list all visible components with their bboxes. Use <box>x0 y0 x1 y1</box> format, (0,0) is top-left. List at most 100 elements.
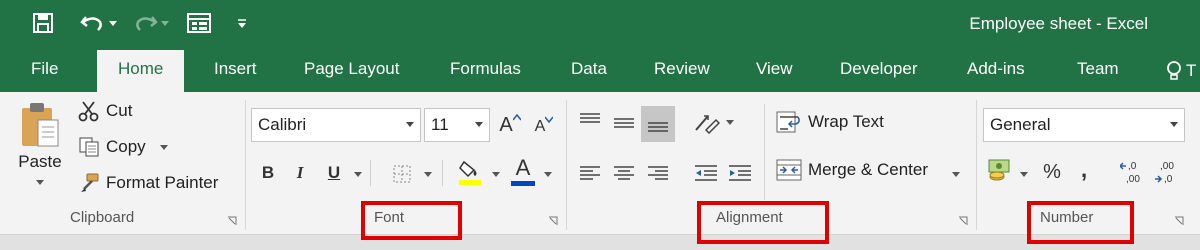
svg-text:,0: ,0 <box>1128 161 1137 172</box>
decrease-indent-button[interactable] <box>692 158 720 188</box>
percent-style-button[interactable]: % <box>1038 156 1066 188</box>
form-icon[interactable] <box>184 8 214 38</box>
font-color-button[interactable]: A <box>508 154 538 188</box>
decrease-font-size-button[interactable]: A <box>531 110 557 140</box>
decrease-decimal-button[interactable]: ,00,0 <box>1154 156 1184 188</box>
sheet-area-strip <box>0 235 1200 250</box>
scissors-icon <box>78 101 99 122</box>
group-separator <box>245 100 246 230</box>
accounting-format-button[interactable] <box>986 156 1016 186</box>
font-name-dropdown[interactable]: Calibri <box>251 108 421 142</box>
number-dialog-launcher-icon[interactable] <box>1174 216 1184 226</box>
paste-button[interactable]: Paste <box>14 100 66 200</box>
orientation-icon <box>695 115 720 134</box>
middle-align-icon <box>614 118 634 128</box>
customize-qat-icon[interactable] <box>232 8 252 38</box>
orientation-dropdown-icon[interactable] <box>726 120 734 125</box>
cut-button[interactable]: Cut <box>78 100 132 122</box>
paintbrush-icon <box>81 173 99 192</box>
wrap-text-label: Wrap Text <box>808 112 884 131</box>
chevron-down-icon <box>406 122 414 127</box>
paste-label: Paste <box>18 152 62 171</box>
tab-file[interactable]: File <box>31 59 58 79</box>
tab-home[interactable]: Home <box>97 50 185 92</box>
alignment-dialog-launcher-icon[interactable] <box>958 216 968 226</box>
tab-insert[interactable]: Insert <box>214 59 257 79</box>
bottom-align-button[interactable] <box>641 106 675 142</box>
merge-center-icon <box>776 159 802 181</box>
tab-add-ins[interactable]: Add-ins <box>967 59 1025 79</box>
paste-icon <box>22 103 59 147</box>
divider <box>764 104 765 200</box>
paint-bucket-icon <box>459 160 481 185</box>
copy-button[interactable]: Copy <box>78 136 168 158</box>
group-separator <box>566 100 567 230</box>
number-format-dropdown[interactable]: General <box>983 108 1185 142</box>
tab-developer[interactable]: Developer <box>840 59 918 79</box>
fill-color-button[interactable] <box>456 156 484 188</box>
caret-up-icon <box>512 114 521 121</box>
chevron-down-icon <box>1170 122 1178 127</box>
format-painter-button[interactable]: Format Painter <box>78 172 218 194</box>
font-dialog-launcher-icon[interactable] <box>548 216 558 226</box>
increase-decimal-button[interactable]: ,0,00 <box>1120 156 1148 188</box>
borders-icon <box>393 165 411 183</box>
cut-label: Cut <box>106 101 133 120</box>
format-painter-label: Format Painter <box>106 173 219 192</box>
align-center-button[interactable] <box>610 158 638 188</box>
redo-icon[interactable] <box>128 8 172 38</box>
increase-decimal-icon: ,0,00 <box>1120 161 1140 185</box>
tab-formulas[interactable]: Formulas <box>450 59 521 79</box>
number-label-highlight <box>1027 201 1134 244</box>
align-left-icon <box>580 166 600 180</box>
increase-font-size-button[interactable]: A <box>497 110 523 140</box>
align-left-button[interactable] <box>576 158 604 188</box>
title-bar: Employee sheet - Excel <box>0 0 1200 50</box>
align-right-icon <box>648 166 668 180</box>
tell-me[interactable]: T <box>1166 60 1196 82</box>
tab-page-layout[interactable]: Page Layout <box>304 59 399 79</box>
orientation-button[interactable] <box>692 108 722 138</box>
fill-color-dropdown-icon[interactable] <box>492 172 500 177</box>
chevron-down-icon <box>475 122 483 127</box>
tab-team[interactable]: Team <box>1077 59 1119 79</box>
paste-dropdown-icon <box>36 180 44 185</box>
decrease-indent-icon <box>695 165 717 181</box>
tab-view[interactable]: View <box>756 59 793 79</box>
wrap-text-button[interactable]: Wrap Text <box>776 110 884 134</box>
underline-dropdown-icon[interactable] <box>354 172 362 177</box>
group-separator <box>976 100 977 230</box>
borders-dropdown-icon[interactable] <box>424 172 432 177</box>
merge-center-button[interactable]: Merge & Center <box>776 158 928 182</box>
accounting-dropdown-icon[interactable] <box>1020 172 1028 177</box>
font-label-highlight <box>361 201 462 240</box>
align-right-button[interactable] <box>644 158 672 188</box>
font-color-swatch <box>511 180 535 186</box>
italic-button[interactable]: I <box>288 158 312 188</box>
increase-indent-icon <box>729 165 751 181</box>
underline-button[interactable]: U <box>322 158 346 188</box>
divider <box>370 160 371 186</box>
middle-align-button[interactable] <box>610 106 638 140</box>
comma-style-button[interactable]: , <box>1072 154 1096 186</box>
font-color-dropdown-icon[interactable] <box>544 172 552 177</box>
font-name-value: Calibri <box>258 115 307 134</box>
ribbon-tabs: File Home Insert Page Layout Formulas Da… <box>0 50 1200 92</box>
increase-indent-button[interactable] <box>726 158 754 188</box>
lightbulb-icon <box>1167 61 1181 80</box>
tab-data[interactable]: Data <box>571 59 607 79</box>
caret-down-icon <box>545 116 554 123</box>
undo-icon[interactable] <box>76 8 120 38</box>
save-icon[interactable] <box>28 8 58 38</box>
font-size-dropdown[interactable]: 11 <box>424 108 490 142</box>
top-align-button[interactable] <box>576 106 604 136</box>
merge-center-dropdown-icon[interactable] <box>952 172 960 177</box>
top-align-icon <box>580 113 600 123</box>
increase-font-glyph: A <box>499 113 513 136</box>
bold-button[interactable]: B <box>256 158 280 188</box>
clipboard-dialog-launcher-icon[interactable] <box>227 216 237 226</box>
borders-button[interactable] <box>388 160 416 188</box>
alignment-label-highlight <box>697 201 829 244</box>
copy-dropdown-icon <box>159 144 168 150</box>
tab-review[interactable]: Review <box>654 59 710 79</box>
